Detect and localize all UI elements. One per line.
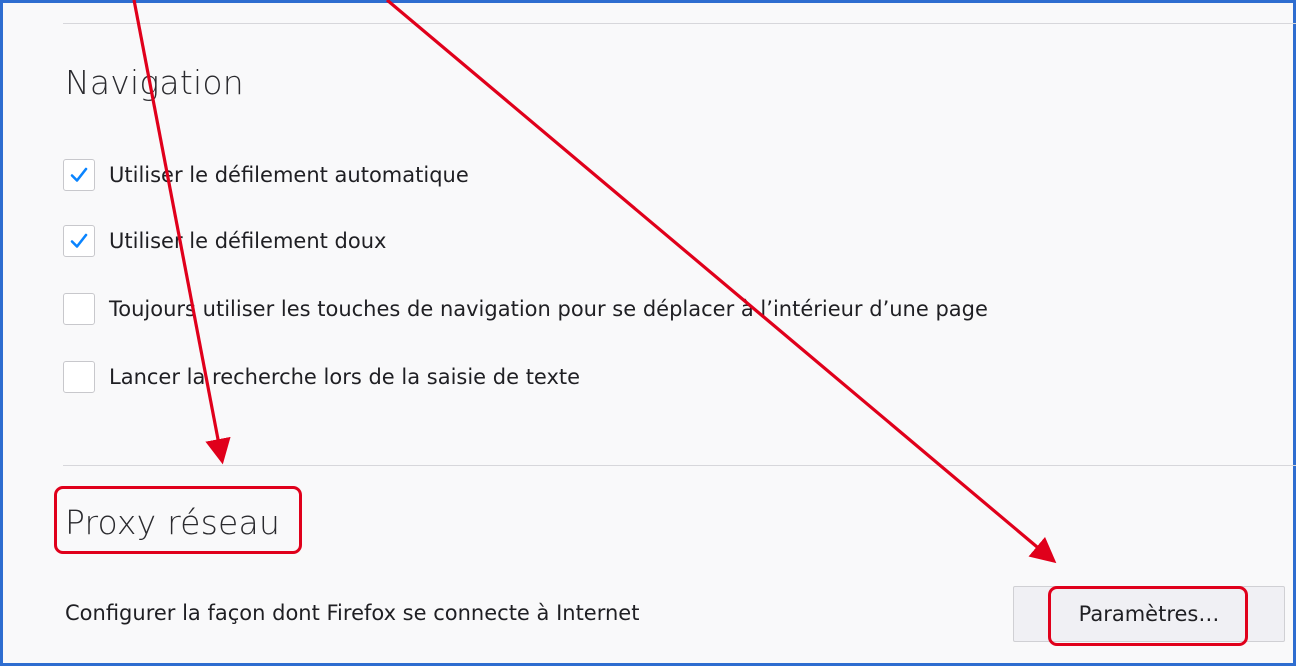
option-autoscroll[interactable]: Utiliser le défilement automatique	[63, 157, 469, 193]
section-divider	[63, 465, 1296, 466]
proxy-settings-button[interactable]: Paramètres…	[1013, 586, 1285, 642]
preferences-panel: Navigation Utiliser le défilement automa…	[0, 0, 1296, 666]
smooth-scroll-checkbox[interactable]	[63, 225, 95, 257]
section-divider-top	[63, 23, 1296, 24]
navigation-heading: Navigation	[65, 63, 244, 102]
checkmark-icon	[70, 233, 88, 248]
option-caret-browsing[interactable]: Toujours utiliser les touches de navigat…	[63, 291, 988, 327]
autoscroll-label: Utiliser le défilement automatique	[109, 163, 469, 187]
option-search-on-typing[interactable]: Lancer la recherche lors de la saisie de…	[63, 359, 580, 395]
smooth-scroll-label: Utiliser le défilement doux	[109, 229, 387, 253]
search-on-typing-checkbox[interactable]	[63, 361, 95, 393]
caret-browsing-label: Toujours utiliser les touches de navigat…	[109, 297, 988, 321]
caret-browsing-checkbox[interactable]	[63, 293, 95, 325]
autoscroll-checkbox[interactable]	[63, 159, 95, 191]
option-smooth-scroll[interactable]: Utiliser le défilement doux	[63, 223, 386, 259]
checkmark-icon	[70, 167, 88, 182]
proxy-description: Configurer la façon dont Firefox se conn…	[65, 601, 640, 625]
search-on-typing-label: Lancer la recherche lors de la saisie de…	[109, 365, 581, 389]
proxy-heading: Proxy réseau	[65, 503, 281, 542]
